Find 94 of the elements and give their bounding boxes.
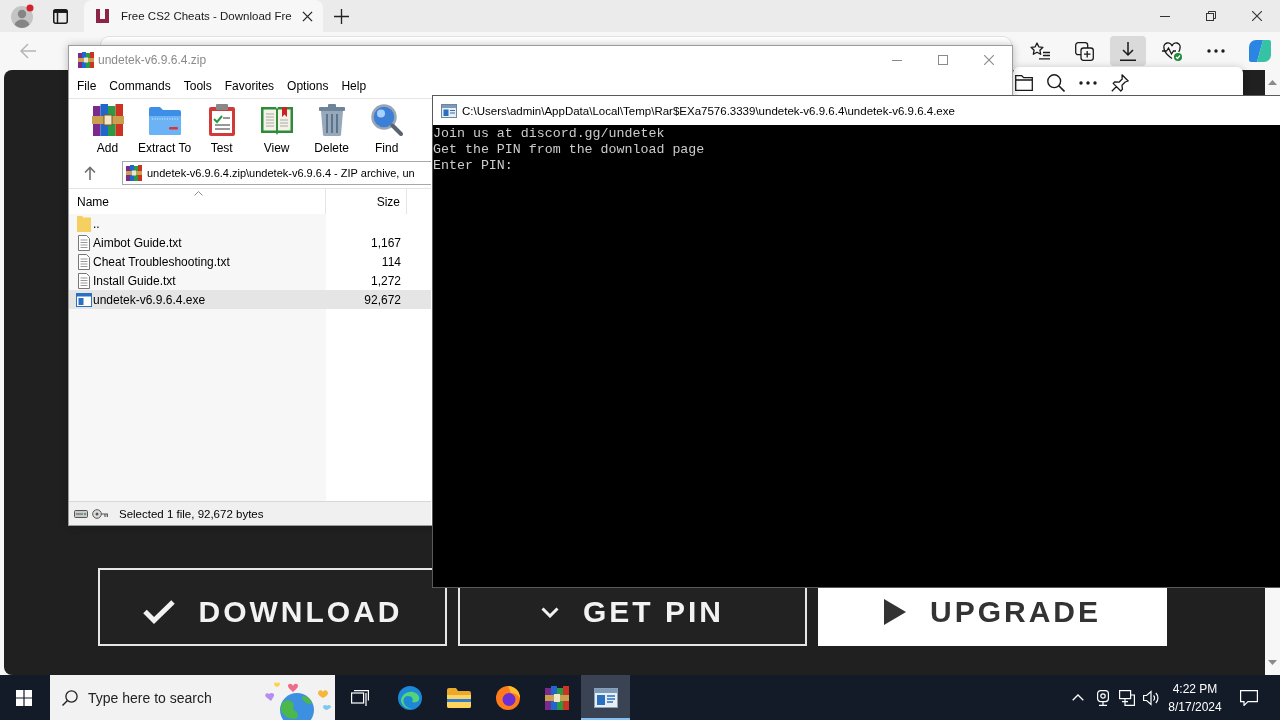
browser-tab[interactable]: Free CS2 Cheats - Download Fre (84, 0, 323, 32)
up-arrow-icon[interactable] (84, 166, 96, 180)
chevron-down-icon (541, 606, 559, 618)
file-row[interactable]: Cheat Troubleshooting.txt 114 (69, 252, 431, 271)
file-name: Install Guide.txt (93, 273, 176, 288)
menu-item[interactable]: Commands (109, 79, 171, 93)
two-tone-logo-icon (1249, 40, 1271, 62)
toolbar-button[interactable]: Find (359, 99, 415, 155)
books-icon (544, 685, 569, 710)
close-icon[interactable] (1252, 11, 1262, 21)
menu-item[interactable]: Options (287, 79, 329, 93)
search-input[interactable]: Type here to search (88, 689, 263, 706)
chevron-up-icon[interactable] (1072, 694, 1084, 701)
download-icon (1120, 41, 1136, 61)
task-view-icon[interactable] (351, 689, 369, 706)
file-row[interactable]: undetek-v6.9.6.4.exe 92,672 (69, 290, 431, 309)
clock[interactable]: 4:22 PM 8/17/2024 (1162, 679, 1228, 716)
file-size: 1,272 (370, 273, 401, 288)
console-line: Enter PIN: (433, 158, 514, 174)
window-title: undetek-v6.9.6.4.zip (98, 53, 207, 67)
network-icon[interactable] (1119, 689, 1135, 706)
console-line: Get the PIN from the download page (433, 142, 706, 158)
flame-globe-icon (495, 685, 520, 710)
document-icon (78, 234, 90, 251)
books-icon (126, 165, 142, 181)
play-icon (884, 599, 906, 625)
status-text: Selected 1 file, 92,672 bytes (119, 507, 264, 520)
more-icon (1207, 49, 1225, 53)
menu-item[interactable]: Favorites (224, 79, 275, 93)
scroll-up-arrow-icon[interactable] (1268, 80, 1277, 85)
window-title: C:\Users\admin\AppData\Local\Temp\Rar$EXa7576.3339\undetek-v6.9.6.4\undetek-v6.9.6.4.exe (462, 104, 955, 117)
taskbar-app-button[interactable] (581, 675, 630, 720)
minimize-icon[interactable] (1160, 15, 1170, 17)
file-name: undetek-v6.9.6.4.exe (93, 292, 206, 307)
check-icon (142, 600, 175, 624)
folder-icon[interactable] (1015, 75, 1033, 91)
star-list-icon (1030, 42, 1050, 60)
pin-icon[interactable] (1111, 74, 1129, 92)
tab-actions-icon[interactable] (53, 8, 68, 24)
file-row[interactable]: Aimbot Guide.txt 1,167 (69, 233, 431, 252)
file-name: Cheat Troubleshooting.txt (93, 254, 230, 269)
squares-plus-icon (1074, 41, 1094, 61)
books-icon (78, 52, 94, 68)
menu-item[interactable]: Help (341, 79, 367, 93)
file-name: .. (93, 216, 100, 231)
download-button[interactable]: DOWNLOAD (98, 568, 447, 646)
scroll-down-arrow-icon[interactable] (1268, 660, 1277, 665)
globe-icon (263, 680, 331, 720)
site-logo-icon (96, 9, 109, 23)
swirl-icon (397, 685, 422, 710)
more-icon[interactable] (1079, 81, 1097, 85)
maximize-icon[interactable] (938, 55, 948, 65)
books-stack-icon (91, 104, 124, 136)
toolbar-button[interactable]: Delete (304, 99, 360, 155)
path-field[interactable]: undetek-v6.9.6.4.zip\undetek-v6.9.6.4 - ZIP archive, un (122, 161, 431, 185)
file-size: 114 (381, 254, 401, 269)
search-icon (62, 689, 78, 706)
file-row[interactable]: Install Guide.txt 1,272 (69, 271, 431, 290)
magnifier-icon (370, 104, 403, 136)
profile-avatar-icon[interactable] (10, 4, 34, 28)
search-bar[interactable]: Type here to search (50, 675, 335, 720)
toolbar-button[interactable]: Extract To (135, 99, 195, 155)
file-size: 92,672 (364, 292, 401, 307)
open-book-icon (260, 104, 293, 136)
terminal-window-icon (593, 687, 618, 708)
program-window-icon (76, 292, 92, 307)
notification-icon[interactable] (1240, 689, 1258, 706)
drive-icon (74, 509, 88, 518)
toolbar-button[interactable]: Add (80, 99, 135, 155)
document-icon (78, 272, 90, 289)
file-row[interactable]: .. (69, 214, 431, 233)
console-line: Join us at discord.gg/undetek (433, 126, 666, 142)
terminal-window-icon (441, 103, 457, 118)
toolbar-button[interactable]: View (249, 99, 305, 155)
file-size: 1,167 (370, 235, 401, 250)
sort-caret-icon[interactable] (194, 191, 203, 196)
folder-icon (77, 215, 91, 232)
key-icon (92, 508, 108, 519)
folder-icon (446, 687, 471, 708)
plus-icon[interactable] (334, 8, 349, 24)
heart-pulse-icon (1162, 41, 1182, 61)
document-icon (78, 253, 90, 270)
menu-item[interactable]: File (77, 79, 97, 93)
restore-icon[interactable] (1206, 11, 1216, 21)
menu-item[interactable]: Tools (183, 79, 212, 93)
close-icon[interactable] (302, 10, 313, 22)
toolbar-button[interactable]: Test (194, 99, 250, 155)
search-icon[interactable] (1047, 74, 1065, 92)
windows-logo-icon[interactable] (16, 689, 32, 706)
webcam-icon[interactable] (1095, 689, 1111, 706)
volume-icon[interactable] (1143, 689, 1159, 706)
folder-icon (148, 104, 181, 136)
file-name: Aimbot Guide.txt (93, 235, 182, 250)
downloads-button[interactable] (1110, 36, 1146, 66)
